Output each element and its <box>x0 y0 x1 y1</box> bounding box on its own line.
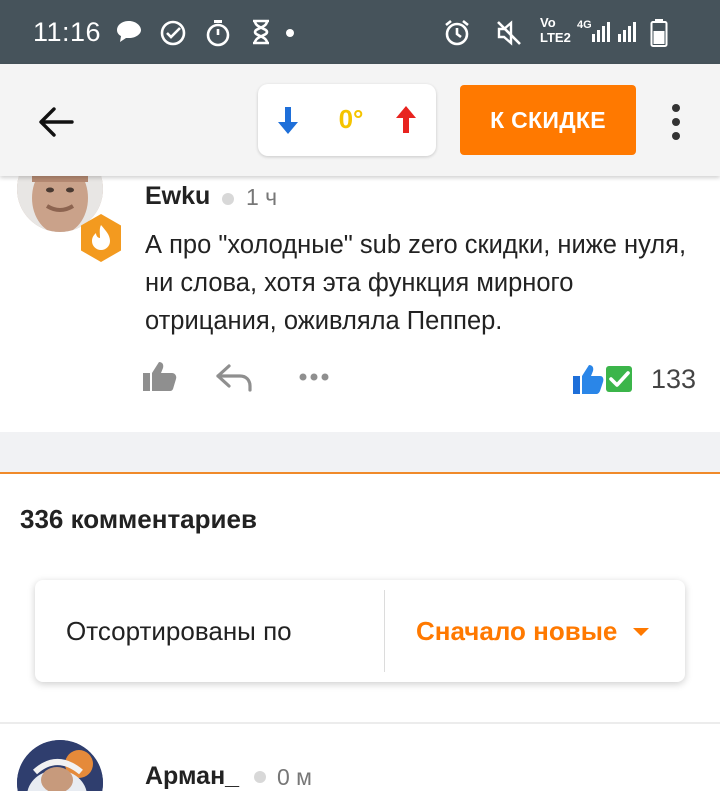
comment-username[interactable]: Арман_ <box>145 762 239 791</box>
section-gap <box>0 432 720 472</box>
muted-icon <box>497 20 521 46</box>
app-bar: 0° К СКИДКЕ <box>0 64 720 176</box>
battery-icon <box>650 19 668 47</box>
avatar-photo <box>17 740 103 791</box>
comment-timestamp: 1 ч <box>246 184 278 210</box>
comment-card: Ewku 1 ч А про "холодные" sub zero скидк… <box>0 146 720 432</box>
temperature-value: 0° <box>338 104 364 134</box>
comment-text: А про "холодные" sub zero скидки, ниже н… <box>145 231 687 335</box>
fire-badge-icon <box>81 214 121 262</box>
more-horizontal-icon[interactable] <box>298 372 330 382</box>
sort-dropdown[interactable]: Сначало новые <box>416 616 617 647</box>
stopwatch-icon <box>206 20 230 47</box>
comment-username[interactable]: Ewku <box>145 182 210 211</box>
signal-icon <box>592 22 636 42</box>
vote-up-arrow-icon[interactable] <box>390 104 422 136</box>
chat-bubble-icon <box>117 21 141 42</box>
reaction-count: 133 <box>651 364 697 394</box>
alarm-icon <box>445 19 469 46</box>
section-divider <box>0 472 720 474</box>
status-time: 11:16 <box>33 17 102 47</box>
sort-divider <box>384 590 385 672</box>
notification-dot <box>286 29 294 37</box>
reply-icon[interactable] <box>214 360 254 392</box>
deal-temperature-widget: 0° <box>258 84 436 156</box>
check-circle-icon <box>160 20 186 46</box>
avatar[interactable] <box>17 740 103 791</box>
list-divider <box>0 722 720 724</box>
volte-icon: Vo LTE2 <box>540 15 571 45</box>
like-icon[interactable] <box>142 360 178 392</box>
more-vertical-icon[interactable] <box>664 102 688 142</box>
separator-dot <box>222 193 234 205</box>
comment-timestamp: 0 м <box>277 764 312 790</box>
back-arrow-icon[interactable] <box>34 100 78 144</box>
vote-down-arrow-icon[interactable] <box>272 104 304 136</box>
status-bar: 11:16 Vo LTE2 4G <box>0 0 720 64</box>
sort-label: Отсортированы по <box>66 616 292 646</box>
hourglass-icon <box>253 19 269 45</box>
sort-selector[interactable]: Отсортированы по Сначало новые <box>35 580 685 682</box>
dropdown-caret-icon[interactable] <box>632 627 650 637</box>
go-to-deal-button[interactable]: К СКИДКЕ <box>460 85 636 155</box>
reactions-icon[interactable] <box>572 362 636 396</box>
comments-count-title: 336 комментариев <box>20 504 257 534</box>
separator-dot <box>254 771 266 783</box>
